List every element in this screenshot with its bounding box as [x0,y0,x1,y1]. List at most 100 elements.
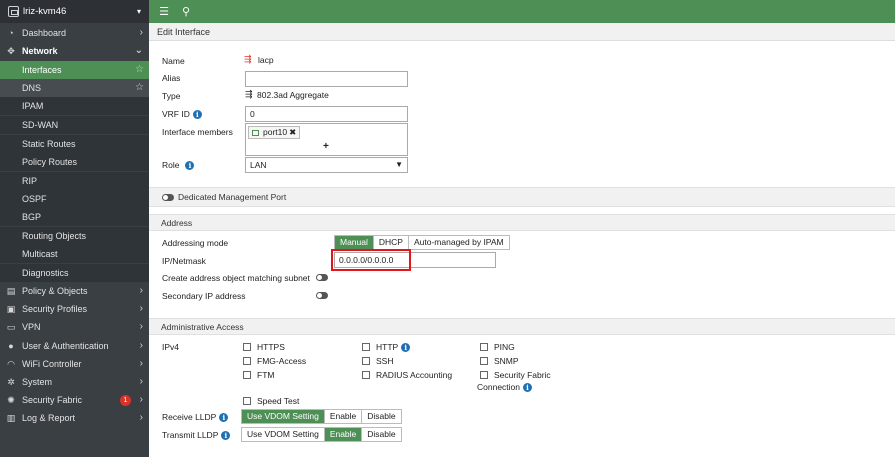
device-selector[interactable]: lriz-kvm46 ▾ [0,0,149,23]
ftm-label: FTM [257,370,275,380]
info-icon[interactable]: i [523,383,533,393]
menu-icon[interactable]: ☰ [157,5,171,18]
info-icon[interactable]: i [185,161,195,171]
fmg-access-checkbox[interactable] [243,357,251,365]
dashboard-icon: ◔ [8,28,14,38]
search-icon[interactable]: ⚲ [179,5,193,18]
ssh-label: SSH [376,356,394,366]
name-value: lacp [258,55,274,65]
device-icon [8,6,19,17]
receive-lldp-disable-button[interactable]: Disable [362,410,401,423]
ftm-checkbox[interactable] [243,371,251,379]
gear-icon: ✲ [7,376,15,387]
info-icon[interactable]: i [221,431,231,441]
star-icon[interactable]: ☆ [135,64,144,75]
transmit-lldp-vdom-button[interactable]: Use VDOM Setting [242,428,325,441]
page-title: Edit Interface [149,23,895,41]
receive-lldp-enable-button[interactable]: Enable [324,410,363,423]
add-member-icon[interactable]: + [323,141,329,152]
secondary-ip-toggle[interactable] [316,292,328,299]
nav-system[interactable]: ✲ System › [0,373,149,391]
address-section-header: Address [149,214,895,231]
nav-ipam[interactable]: IPAM [0,97,149,115]
nav-policy-routes[interactable]: Policy Routes [0,153,149,171]
alias-input[interactable] [245,71,408,87]
nav-label: Diagnostics [22,268,69,278]
info-icon[interactable]: i [219,413,229,423]
admin-access-section-header: Administrative Access [149,318,895,335]
speed-test-checkbox[interactable] [243,397,251,405]
nav-security-profiles[interactable]: ▣ Security Profiles › [0,300,149,318]
http-label: HTTP i [376,342,411,353]
member-chip[interactable]: port10 ✖ [248,126,301,139]
type-label: Type [162,91,181,101]
nav-network[interactable]: ✥ Network ⌄ [0,42,149,60]
transmit-lldp-disable-button[interactable]: Disable [362,428,401,441]
nav-label: VPN [22,322,41,332]
nav-ospf[interactable]: OSPF [0,190,149,208]
member-chip-label: port10 [263,127,288,137]
nav-sdwan[interactable]: SD-WAN [0,116,149,134]
nav-security-fabric[interactable]: ✺ Security Fabric 1 › [0,391,149,409]
https-checkbox[interactable] [243,343,251,351]
role-select[interactable]: LAN ▼ [245,157,408,173]
main-panel: Edit Interface Name ⇶ lacp Alias Type ⇶ … [149,23,895,457]
nav-vpn[interactable]: ▭ VPN › [0,318,149,336]
nav-label: IPAM [22,101,44,111]
mode-dhcp-button[interactable]: DHCP [373,236,409,249]
nav-label: Security Profiles [22,304,88,314]
receive-lldp-vdom-button[interactable]: Use VDOM Setting [242,410,325,423]
aggregate-icon: ⇶ [245,89,253,99]
nav-label: Dashboard [22,28,67,38]
nav-rip[interactable]: RIP [0,172,149,190]
vrf-label: VRF ID i [162,109,202,120]
chevron-right-icon: › [139,285,143,296]
nav-routing-objects[interactable]: Routing Objects [0,227,149,245]
chart-icon: ▥ [6,412,16,423]
fabric-icon: ✺ [7,394,15,405]
nav-label: BGP [22,212,42,222]
nav-wifi-controller[interactable]: ◠ WiFi Controller › [0,355,149,373]
info-icon[interactable]: i [401,343,411,353]
nav-multicast[interactable]: Multicast [0,245,149,263]
nav-label: Network [22,46,58,56]
nav-user-auth[interactable]: ● User & Authentication › [0,337,149,355]
http-checkbox[interactable] [362,343,370,351]
nav-dns[interactable]: DNS ☆ [0,79,149,97]
transmit-lldp-enable-button[interactable]: Enable [324,428,363,441]
chevron-right-icon: › [139,412,143,423]
mode-ipam-button[interactable]: Auto-managed by IPAM [408,236,509,249]
nav-label: Interfaces [22,65,62,75]
nav-bgp[interactable]: BGP [0,208,149,226]
chevron-down-icon: ▾ [136,7,141,16]
ssh-checkbox[interactable] [362,357,370,365]
vrf-input[interactable]: 0 [245,106,408,122]
dedicated-mgmt-toggle[interactable] [162,194,174,201]
security-fabric-checkbox[interactable] [480,371,488,379]
nav-policy-objects[interactable]: ▤ Policy & Objects › [0,282,149,300]
nav-label: Static Routes [22,139,76,149]
radius-accounting-checkbox[interactable] [362,371,370,379]
chevron-right-icon: › [139,303,143,314]
ipv4-label: IPv4 [162,342,180,352]
nav-dashboard[interactable]: ◔ Dashboard › [0,24,149,42]
create-object-toggle[interactable] [316,274,328,281]
remove-icon[interactable]: ✖ [289,127,296,138]
star-icon[interactable]: ☆ [135,82,144,93]
security-fabric-connection-label: Connection i [477,382,533,393]
nav-log-report[interactable]: ▥ Log & Report › [0,409,149,427]
ping-checkbox[interactable] [480,343,488,351]
nav-static-routes[interactable]: Static Routes [0,135,149,153]
nav-diagnostics[interactable]: Diagnostics [0,264,149,282]
dedicated-mgmt-label: Dedicated Management Port [178,192,287,202]
chevron-right-icon: › [139,376,143,387]
caret-down-icon: ▼ [395,160,403,169]
security-fabric-label: Security Fabric [494,370,551,380]
mode-manual-button[interactable]: Manual [335,236,374,249]
snmp-checkbox[interactable] [480,357,488,365]
nav-interfaces[interactable]: Interfaces ☆ [0,61,149,79]
nav-label: DNS [22,83,42,93]
nav-label: Security Fabric [22,395,83,405]
addressing-mode-group: Manual DHCP Auto-managed by IPAM [334,235,510,250]
info-icon[interactable]: i [192,110,202,120]
